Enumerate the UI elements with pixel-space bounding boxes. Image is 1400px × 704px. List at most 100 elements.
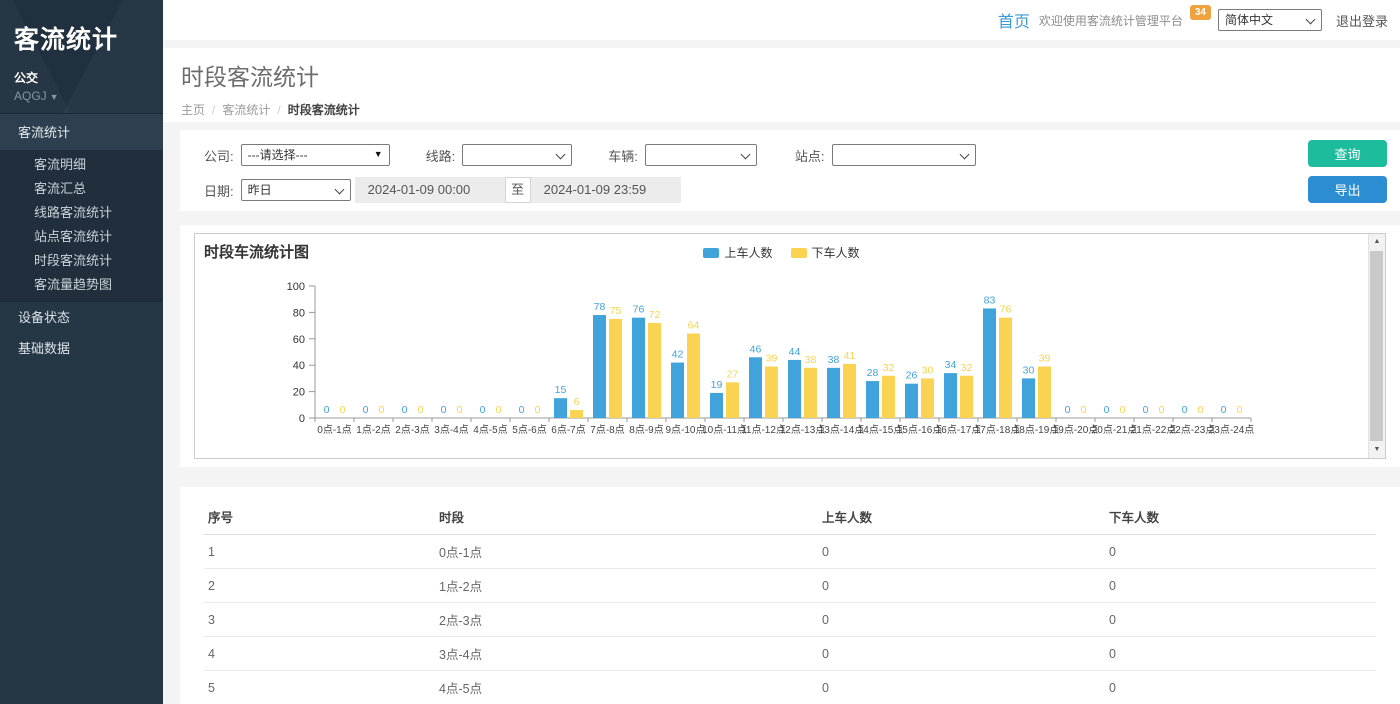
sidebar-section-device-status[interactable]: 设备状态 — [0, 302, 163, 333]
x-tick-label: 8点-9点 — [629, 424, 663, 436]
y-tick-label: 60 — [293, 334, 305, 346]
bar-上车人数 — [554, 398, 567, 418]
page-header: 时段客流统计 主页/客流统计/时段客流统计 — [163, 48, 1400, 122]
sidebar-section-passenger-stats[interactable]: 客流统计 — [0, 113, 163, 150]
stats-table: 序号时段上车人数下车人数 10点-1点0021点-2点0032点-3点0043点… — [204, 501, 1376, 704]
org-selector[interactable]: AQGJ▼ — [14, 89, 149, 103]
scroll-up-icon[interactable]: ▲ — [1369, 234, 1385, 250]
bar-上车人数 — [983, 308, 996, 418]
table-panel: 序号时段上车人数下车人数 10点-1点0021点-2点0032点-3点0043点… — [180, 487, 1400, 704]
y-tick-label: 0 — [299, 413, 305, 425]
x-tick-label: 4点-5点 — [473, 424, 507, 436]
bar-下车人数 — [921, 378, 934, 418]
table-header-row: 序号时段上车人数下车人数 — [204, 501, 1376, 535]
bar-下车人数 — [843, 364, 856, 418]
org-name: 公交 — [14, 69, 149, 86]
station-select[interactable] — [832, 144, 976, 166]
bar-value-label: 0 — [1198, 404, 1204, 416]
breadcrumb-home[interactable]: 主页 — [181, 103, 205, 117]
bar-value-label: 46 — [750, 343, 762, 355]
query-button[interactable]: 查询 — [1308, 140, 1387, 167]
bar-下车人数 — [726, 382, 739, 418]
legend-item-下车人数[interactable]: 下车人数 — [791, 244, 860, 261]
x-tick-label: 2点-3点 — [395, 424, 429, 436]
company-label: 公司: — [204, 146, 234, 165]
bar-上车人数 — [944, 373, 957, 418]
sidebar-section-base-data[interactable]: 基础数据 — [0, 333, 163, 364]
bar-value-label: 28 — [867, 367, 879, 379]
bar-value-label: 0 — [418, 404, 424, 416]
table-column-header: 序号 — [204, 501, 435, 535]
table-column-header: 上车人数 — [818, 501, 1105, 535]
main-region: 首页 欢迎使用客流统计管理平台 34 简体中文 退出登录 时段客流统计 主页/客… — [163, 0, 1400, 704]
bar-value-label: 0 — [379, 404, 385, 416]
bar-上车人数 — [905, 384, 918, 418]
company-select[interactable]: ---请选择--- — [241, 144, 390, 166]
sidebar-item-客流汇总[interactable]: 客流汇总 — [0, 177, 163, 201]
bar-value-label: 0 — [1143, 404, 1149, 416]
bar-下车人数 — [882, 376, 895, 418]
date-start-input[interactable]: 2024-01-09 00:00 — [355, 177, 505, 203]
filter-row-2: 日期: 昨日 2024-01-09 00:00 至 2024-01-09 23:… — [204, 177, 1400, 203]
chart-scrollbar[interactable]: ▲ ▼ — [1368, 234, 1385, 458]
page-title: 时段客流统计 — [181, 58, 1382, 92]
bar-value-label: 39 — [1039, 353, 1051, 365]
bar-value-label: 0 — [1120, 404, 1126, 416]
date-end-input[interactable]: 2024-01-09 23:59 — [531, 177, 681, 203]
sidebar-logo-area: 客流统计 公交 AQGJ▼ — [0, 0, 163, 113]
sidebar-item-客流明细[interactable]: 客流明细 — [0, 153, 163, 177]
date-label: 日期: — [204, 181, 234, 200]
notification-badge[interactable]: 34 — [1190, 5, 1211, 20]
bar-上车人数 — [710, 393, 723, 418]
x-tick-label: 1点-2点 — [356, 424, 390, 436]
home-link[interactable]: 首页 — [998, 8, 1030, 32]
logout-link[interactable]: 退出登录 — [1336, 11, 1388, 30]
table-row: 10点-1点00 — [204, 535, 1376, 569]
bar-上车人数 — [788, 360, 801, 418]
x-tick-label: 6点-7点 — [551, 424, 585, 436]
legend-item-上车人数[interactable]: 上车人数 — [703, 244, 772, 261]
chevron-down-icon: ▼ — [50, 92, 59, 102]
x-tick-label: 0点-1点 — [317, 424, 351, 436]
export-button[interactable]: 导出 — [1308, 176, 1387, 203]
legend-swatch — [703, 248, 719, 258]
sidebar-item-客流量趋势图[interactable]: 客流量趋势图 — [0, 273, 163, 297]
bar-value-label: 0 — [1182, 404, 1188, 416]
bar-下车人数 — [999, 318, 1012, 418]
x-tick-label: 5点-6点 — [512, 424, 546, 436]
date-separator: 至 — [505, 177, 531, 203]
bar-value-label: 83 — [984, 294, 996, 306]
bar-value-label: 38 — [828, 354, 840, 366]
bar-value-label: 32 — [883, 362, 895, 374]
scroll-thumb[interactable] — [1370, 251, 1383, 441]
sidebar-item-时段客流统计[interactable]: 时段客流统计 — [0, 249, 163, 273]
station-label: 站点: — [795, 146, 825, 165]
sidebar-item-站点客流统计[interactable]: 站点客流统计 — [0, 225, 163, 249]
bar-value-label: 0 — [324, 404, 330, 416]
bar-上车人数 — [1022, 378, 1035, 418]
bar-value-label: 0 — [1159, 404, 1165, 416]
language-select[interactable]: 简体中文 — [1218, 9, 1322, 31]
bar-value-label: 15 — [555, 384, 567, 396]
line-select[interactable] — [462, 144, 572, 166]
vehicle-select[interactable] — [645, 144, 757, 166]
scroll-down-icon[interactable]: ▼ — [1369, 442, 1385, 458]
bar-value-label: 0 — [496, 404, 502, 416]
bar-value-label: 41 — [844, 350, 856, 362]
bar-上车人数 — [632, 318, 645, 418]
bar-value-label: 0 — [480, 404, 486, 416]
bar-value-label: 27 — [727, 368, 739, 380]
bar-value-label: 0 — [340, 404, 346, 416]
bar-value-label: 26 — [906, 370, 918, 382]
sidebar-item-线路客流统计[interactable]: 线路客流统计 — [0, 201, 163, 225]
bar-下车人数 — [570, 410, 583, 418]
breadcrumb-section[interactable]: 客流统计 — [222, 103, 270, 117]
table-row: 54点-5点00 — [204, 671, 1376, 704]
bar-上车人数 — [827, 368, 840, 418]
y-tick-label: 40 — [293, 360, 305, 372]
date-preset-select[interactable]: 昨日 — [241, 179, 351, 201]
bar-value-label: 30 — [922, 364, 934, 376]
bar-value-label: 34 — [945, 359, 957, 371]
bar-value-label: 64 — [688, 320, 700, 332]
chart-container: 时段车流统计图 上车人数下车人数 0204060801000点-1点1点-2点2… — [194, 233, 1386, 459]
